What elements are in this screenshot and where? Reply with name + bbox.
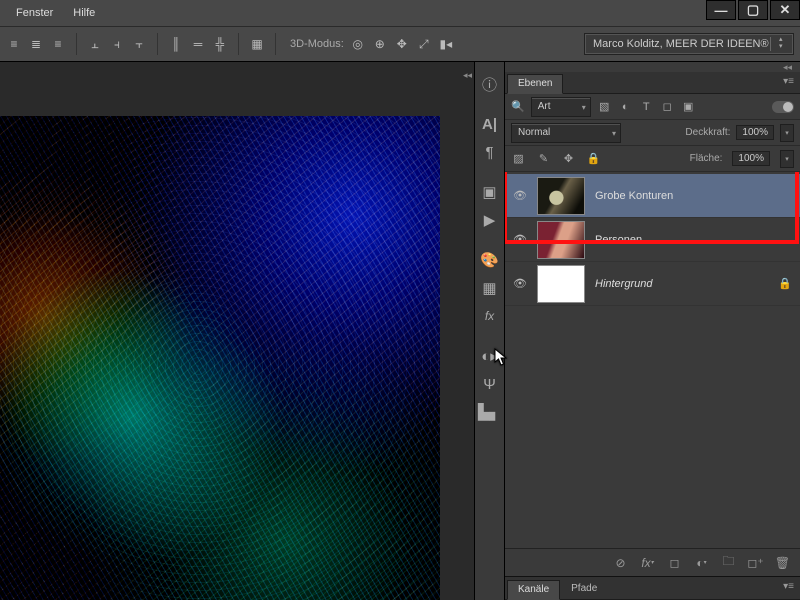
lock-all-icon[interactable]: 🔒 [586, 151, 601, 166]
tab-kanaele[interactable]: Kanäle [507, 580, 560, 600]
mask-icon[interactable]: ◻ [667, 555, 682, 570]
styles-icon[interactable]: fx [481, 307, 499, 325]
spacing-v-icon[interactable]: ═ [190, 36, 206, 52]
panel-icon[interactable]: ▣ [481, 183, 499, 201]
opacity-label: Deckkraft: [685, 127, 730, 138]
layer-name[interactable]: Hintergrund [595, 278, 652, 290]
pan3d-icon[interactable]: ⊕ [372, 36, 388, 52]
layer-filter-row: 🔍 Art ▧ ◐ T ◻ ▣ [505, 94, 800, 120]
panel-dock: ⓘ A| ¶ ▣ ▶ 🎨 ▦ fx ◐▸ Ψ ▙▖ [474, 62, 504, 600]
visibility-toggle[interactable]: 👁 [513, 233, 527, 246]
lock-trans-icon[interactable]: ▨ [511, 151, 526, 166]
lock-move-icon[interactable]: ✥ [561, 151, 576, 166]
align-left-icon[interactable]: ≡ [6, 36, 22, 52]
bottom-tabs: Kanäle Pfade ▾≡ [505, 576, 800, 600]
layers-footer: ⊘ fx▾ ◻ ◐▾ 🗀 ◻⁺ 🗑 [505, 548, 800, 576]
artwork-image [0, 116, 440, 600]
layers-panel: ◂◂ Ebenen ▾≡ 🔍 Art ▧ ◐ T ◻ ▣ Normal Deck… [504, 62, 800, 600]
menubar: Fenster Hilfe — ▢ ✕ [0, 0, 800, 26]
opacity-value[interactable]: 100% [736, 125, 774, 140]
character-icon[interactable]: A| [481, 115, 499, 133]
panel-menu-icon[interactable]: ▾≡ [783, 76, 794, 87]
layer-row[interactable]: 👁 Grobe Konturen [505, 174, 800, 218]
lock-icon: 🔒 [778, 277, 792, 290]
layer-thumbnail[interactable] [537, 221, 585, 259]
group-icon[interactable]: 🗀 [721, 555, 736, 570]
filter-type-dropdown[interactable]: Art [531, 97, 591, 117]
blend-row: Normal Deckkraft: 100% ▾ [505, 120, 800, 146]
layer-name[interactable]: Grobe Konturen [595, 190, 673, 202]
usb-icon[interactable]: Ψ [481, 375, 499, 393]
adjustment-layer-icon[interactable]: ◐▾ [694, 555, 709, 570]
distribute-mid-icon[interactable]: ⫞ [109, 36, 125, 52]
camera-icon[interactable]: ▮◂ [438, 36, 454, 52]
scale3d-icon[interactable]: ⤢ [416, 36, 432, 52]
distribute-top-icon[interactable]: ⫠ [87, 36, 103, 52]
panel-tabs: Ebenen ▾≡ [505, 72, 800, 94]
filter-image-icon[interactable]: ▧ [597, 99, 612, 114]
options-bar: ≡ ≣ ≡ ⫠ ⫞ ⫟ ║ ═ ╬ ▦ 3D-Modus: ◎ ⊕ ✥ ⤢ ▮◂… [0, 26, 800, 62]
adjustments-icon[interactable]: ◐▸ [481, 347, 499, 365]
document-canvas[interactable]: ◂◂ [0, 62, 474, 600]
minimize-button[interactable]: — [706, 0, 736, 20]
layer-row[interactable]: 👁 Personen [505, 218, 800, 262]
align-center-icon[interactable]: ≣ [28, 36, 44, 52]
fill-flyout[interactable]: ▾ [780, 150, 794, 168]
opacity-flyout[interactable]: ▾ [780, 124, 794, 142]
lock-paint-icon[interactable]: ✎ [536, 151, 551, 166]
layers-list: 👁 Grobe Konturen 👁 Personen 👁 Hintergrun… [505, 172, 800, 548]
tab-pfade[interactable]: Pfade [560, 579, 608, 599]
layer-thumbnail[interactable] [537, 177, 585, 215]
spacing-h-icon[interactable]: ║ [168, 36, 184, 52]
grid-thumb-icon[interactable]: ▦ [481, 279, 499, 297]
maximize-button[interactable]: ▢ [738, 0, 768, 20]
filter-smart-icon[interactable]: ▣ [681, 99, 696, 114]
workspace-preset-value: Marco Kolditz, MEER DER IDEEN® [593, 38, 769, 50]
workspace-preset-dropdown[interactable]: Marco Kolditz, MEER DER IDEEN® ▴▾ [584, 33, 794, 55]
link-layers-icon[interactable]: ⊘ [613, 555, 628, 570]
panel-menu-icon[interactable]: ▾≡ [783, 581, 794, 592]
visibility-toggle[interactable]: 👁 [513, 277, 527, 290]
filter-adjust-icon[interactable]: ◐ [618, 99, 633, 114]
grid-icon[interactable]: ▦ [249, 36, 265, 52]
new-layer-icon[interactable]: ◻⁺ [748, 555, 763, 570]
paragraph-icon[interactable]: ¶ [481, 143, 499, 161]
filter-shape-icon[interactable]: ◻ [660, 99, 675, 114]
visibility-toggle[interactable]: 👁 [513, 189, 527, 202]
blend-mode-dropdown[interactable]: Normal [511, 123, 621, 143]
play-icon[interactable]: ▶ [481, 211, 499, 229]
layer-row[interactable]: 👁 Hintergrund 🔒 [505, 262, 800, 306]
layer-thumbnail[interactable] [537, 265, 585, 303]
menu-hilfe[interactable]: Hilfe [63, 3, 105, 23]
blend-mode-value: Normal [518, 127, 550, 138]
tab-ebenen[interactable]: Ebenen [507, 74, 563, 94]
swatches-icon[interactable]: 🎨 [481, 251, 499, 269]
info-icon[interactable]: ⓘ [481, 75, 499, 93]
window-controls: — ▢ ✕ [704, 0, 800, 20]
filter-toggle[interactable] [772, 101, 794, 113]
orbit-icon[interactable]: ◎ [350, 36, 366, 52]
steps-icon[interactable]: ▙▖ [481, 403, 499, 421]
close-button[interactable]: ✕ [770, 0, 800, 20]
fx-icon[interactable]: fx▾ [640, 555, 655, 570]
distribute-bot-icon[interactable]: ⫟ [131, 36, 147, 52]
layer-name[interactable]: Personen [595, 234, 642, 246]
menu-fenster[interactable]: Fenster [6, 3, 63, 23]
search-icon: 🔍 [511, 100, 525, 113]
align-right-icon[interactable]: ≡ [50, 36, 66, 52]
filter-type-icon[interactable]: T [639, 99, 654, 114]
mode3d-label: 3D-Modus: [290, 38, 344, 50]
spacing-icon[interactable]: ╬ [212, 36, 228, 52]
move3d-icon[interactable]: ✥ [394, 36, 410, 52]
lock-row: ▨ ✎ ✥ 🔒 Fläche: 100% ▾ [505, 146, 800, 172]
fill-value[interactable]: 100% [732, 151, 770, 166]
collapse-right-icon[interactable]: ◂◂ [463, 70, 472, 81]
trash-icon[interactable]: 🗑 [775, 555, 790, 570]
fill-label: Fläche: [690, 153, 723, 164]
filter-type-value: Art [538, 101, 551, 112]
